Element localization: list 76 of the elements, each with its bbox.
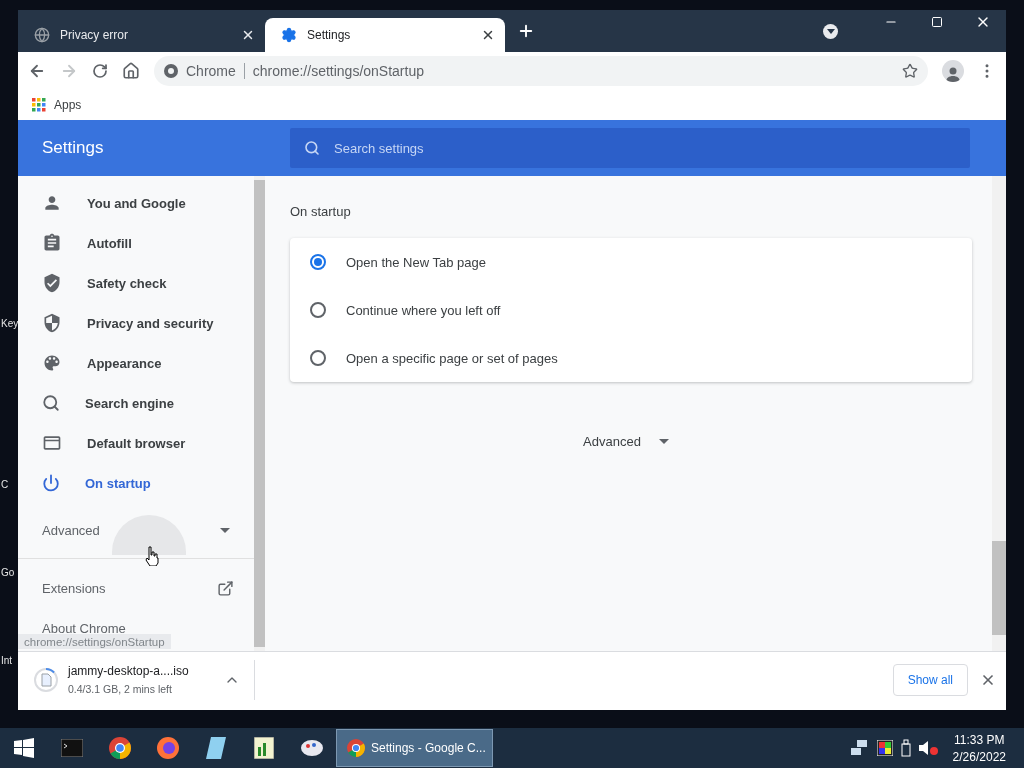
shield-check-icon (42, 273, 62, 293)
radio-option[interactable]: Continue where you left off (290, 286, 972, 334)
sidebar-item[interactable]: Default browser (18, 423, 254, 463)
browser-tab[interactable]: Privacy error (18, 18, 265, 52)
close-icon[interactable] (241, 28, 255, 42)
reload-icon[interactable] (92, 63, 108, 79)
site-label: Chrome (186, 63, 245, 79)
palette-icon (42, 353, 62, 373)
desktop-icon-label[interactable]: Go (1, 567, 15, 578)
back-icon[interactable] (28, 62, 46, 80)
bookmark-item[interactable]: Apps (32, 98, 82, 112)
sidebar-item[interactable]: On startup (18, 463, 254, 503)
download-filename: jammy-desktop-a....iso (68, 664, 190, 678)
sidebar-item[interactable]: You and Google (18, 183, 254, 223)
url-text: chrome://settings/onStartup (252, 63, 425, 79)
profile-avatar[interactable] (942, 60, 964, 82)
speaker-muted-icon[interactable] (918, 740, 939, 756)
settings-title: Settings (41, 138, 105, 158)
network-icon[interactable] (850, 740, 869, 756)
show-all-button[interactable]: Show all (892, 664, 968, 696)
extensions-link[interactable]: Extensions (18, 559, 254, 617)
radio-button[interactable] (310, 302, 326, 318)
radio-button[interactable] (310, 350, 326, 366)
sidebar-item[interactable]: Autofill (18, 223, 254, 263)
download-item[interactable]: jammy-desktop-a....iso 0.4/3.1 GB, 2 mins left (34, 660, 255, 700)
home-icon[interactable] (122, 62, 140, 80)
sidebar-item[interactable]: Safety check (18, 263, 254, 303)
download-status-text: 0.4/3.1 GB, 2 mins left (68, 683, 173, 696)
search-icon (304, 140, 320, 156)
maximize-icon[interactable] (931, 16, 943, 28)
usb-drive-icon[interactable] (900, 739, 911, 757)
bookmark-star-icon[interactable] (902, 63, 918, 79)
caret-icon (658, 439, 669, 444)
power-icon (42, 474, 60, 492)
download-progress-icon (34, 668, 58, 692)
chrome-icon (347, 739, 365, 757)
radio-option[interactable]: Open the New Tab page (290, 238, 972, 286)
desktop-icon-label[interactable]: C (1, 479, 9, 490)
browser-window-icon (42, 433, 62, 453)
tab-search-button[interactable] (823, 23, 838, 39)
desktop-icon-label[interactable]: Int (1, 655, 13, 666)
clock[interactable]: 11:33 PM 2/26/2022 (946, 732, 1018, 764)
shield-icon (42, 313, 62, 333)
sidebar-item[interactable]: Privacy and security (18, 303, 254, 343)
desktop-icon-label[interactable]: Key (1, 318, 19, 329)
taskbar-window-button[interactable]: Settings - Google C... (336, 729, 493, 767)
scrollbar-thumb[interactable] (992, 541, 1006, 635)
advanced-menu-item[interactable]: Advanced (18, 503, 254, 559)
color-display-icon[interactable] (876, 740, 893, 756)
status-tooltip: chrome://settings/onStartup (18, 634, 171, 649)
caret-icon (220, 528, 230, 533)
tab-title: Settings (307, 28, 352, 42)
radio-button[interactable] (310, 254, 326, 270)
address-bar[interactable]: Chrome chrome://settings/onStartup (154, 56, 928, 86)
browser-tab[interactable]: Settings (265, 18, 505, 52)
apps-grid-icon (32, 98, 46, 112)
gear-icon (281, 27, 297, 43)
search-field[interactable]: Search settings (290, 128, 970, 168)
radio-option[interactable]: Open a specific page or set of pages (290, 334, 972, 382)
hand-cursor-icon (145, 546, 159, 566)
external-link-icon (217, 579, 234, 597)
globe-icon (34, 27, 50, 43)
sidebar-item[interactable]: Appearance (18, 343, 254, 383)
sidebar-item[interactable]: Search engine (18, 383, 254, 423)
windows-start-icon[interactable] (14, 738, 34, 758)
close-icon[interactable] (481, 28, 495, 42)
chrome-logo-icon (164, 64, 178, 78)
scrollbar[interactable] (992, 176, 1006, 651)
close-icon[interactable] (980, 672, 996, 688)
clipboard-icon (42, 233, 62, 253)
section-title: On startup (290, 204, 352, 219)
advanced-toggle[interactable]: Advanced (583, 434, 669, 449)
new-tab-icon[interactable] (517, 22, 535, 40)
caret-icon (826, 28, 835, 34)
search-icon (42, 394, 60, 412)
tab-title: Privacy error (60, 28, 129, 42)
